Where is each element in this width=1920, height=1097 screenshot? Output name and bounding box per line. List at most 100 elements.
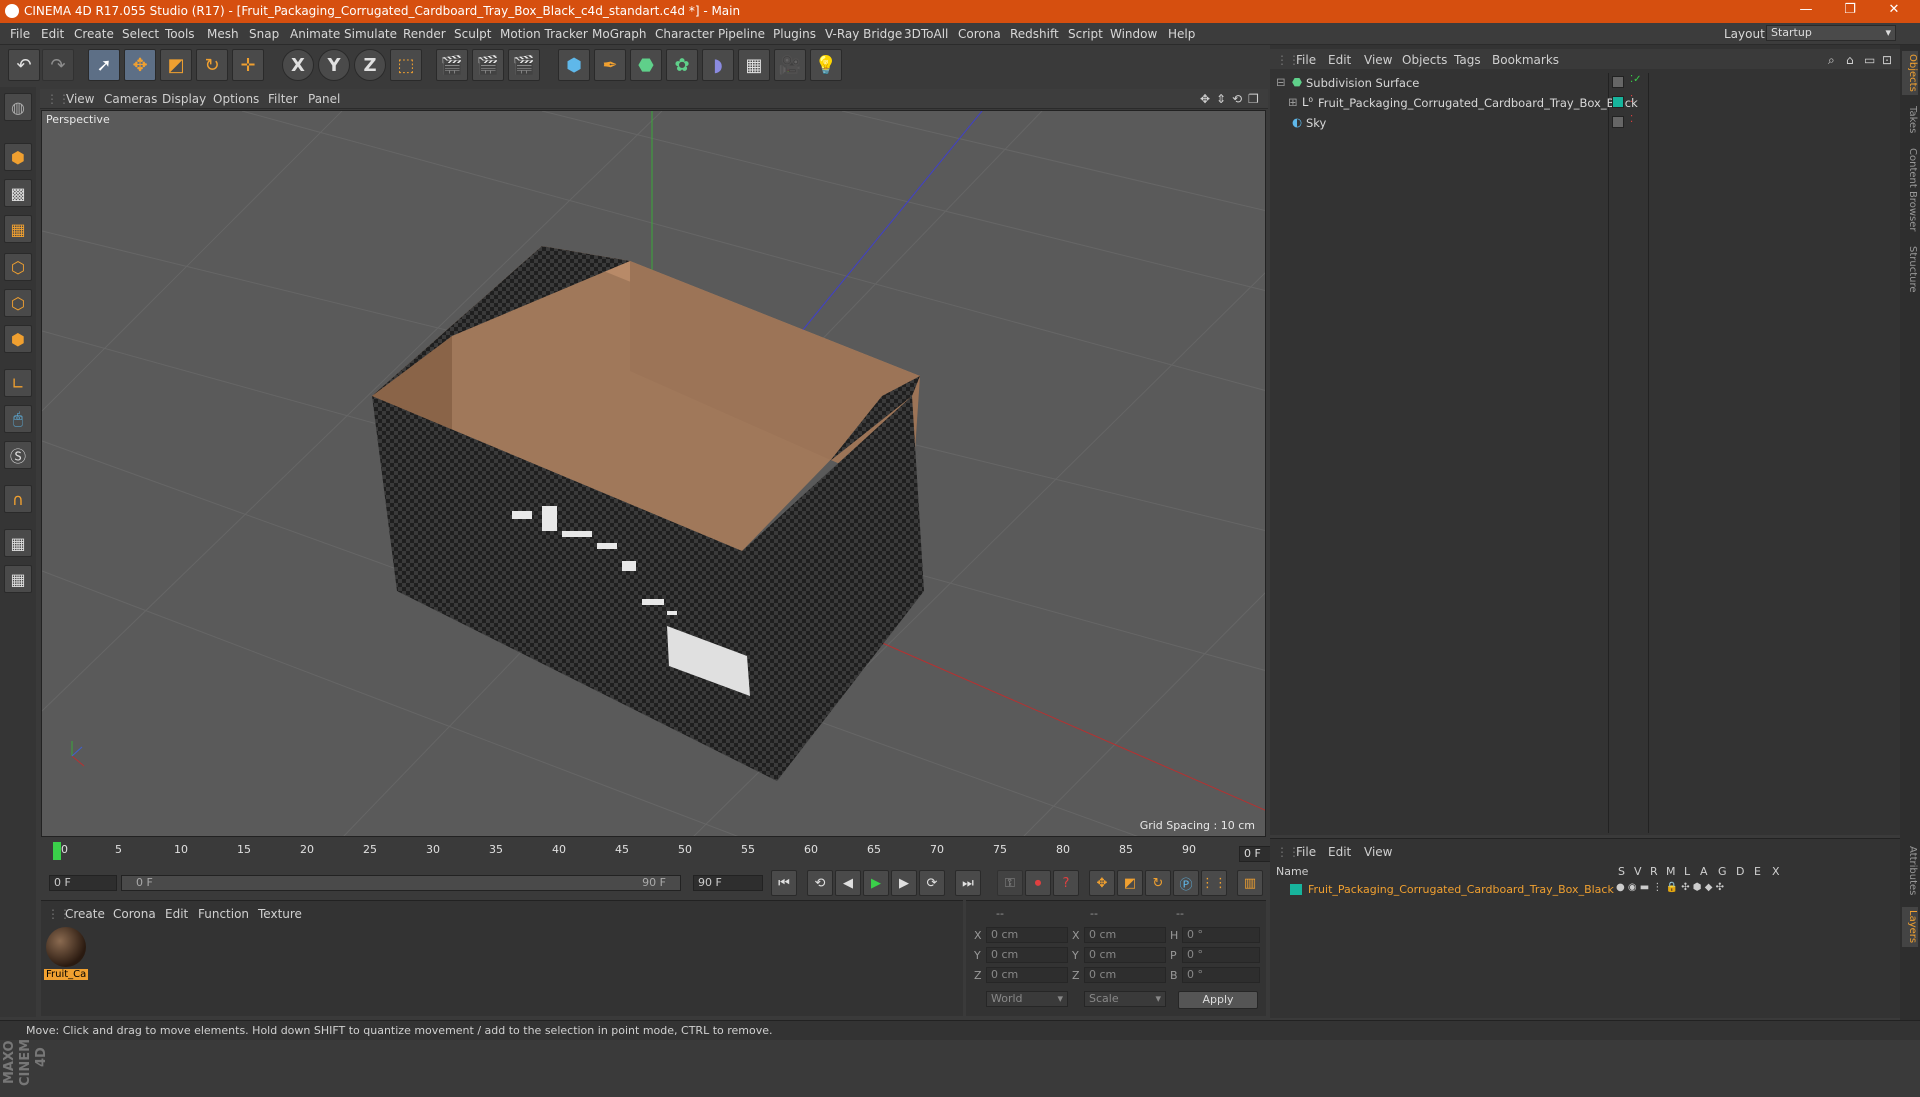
live-selection-button[interactable]: ➚ <box>88 49 120 81</box>
menu-animate[interactable]: Animate <box>290 27 340 41</box>
tab-layers[interactable]: Layers <box>1902 907 1918 947</box>
pos-y-field[interactable]: 0 cm <box>986 947 1068 963</box>
menu-motion-tracker[interactable]: Motion Tracker <box>500 27 588 41</box>
add-mograph-button[interactable]: ✿ <box>666 49 698 81</box>
render-view-button[interactable]: 🎬 <box>436 49 468 81</box>
move-tool-button[interactable]: ✥ <box>124 49 156 81</box>
render-picture-viewer-button[interactable]: 🎬 <box>472 49 504 81</box>
layer-menu-file[interactable]: File <box>1296 845 1316 859</box>
axis-mode-button[interactable]: ∟ <box>4 369 32 397</box>
menu-script[interactable]: Script <box>1068 27 1103 41</box>
timeline-ruler[interactable]: 0 5 10 15 20 25 30 35 40 45 50 55 60 65 … <box>41 840 1301 866</box>
menu-mograph[interactable]: MoGraph <box>592 27 647 41</box>
undo-button[interactable]: ↶ <box>8 49 40 81</box>
key-param-button[interactable]: Ⓟ <box>1173 870 1199 896</box>
menu-3dtoall[interactable]: 3DToAll <box>904 27 948 41</box>
locked-workplane-button[interactable]: ▦ <box>4 529 32 557</box>
menu-character[interactable]: Character <box>655 27 714 41</box>
layer-menu-view[interactable]: View <box>1364 845 1392 859</box>
maximize-button[interactable]: ❐ <box>1830 2 1870 17</box>
polygons-mode-button[interactable]: ⬢ <box>4 325 32 353</box>
z-axis-lock-button[interactable]: Z <box>354 49 386 81</box>
scale-tool-button[interactable]: ◩ <box>160 49 192 81</box>
snap-button[interactable]: ∩ <box>4 485 32 513</box>
material-menu-create[interactable]: Create <box>65 907 105 921</box>
search-icon[interactable]: ⌕ <box>1828 53 1835 68</box>
rot-h-field[interactable]: 0 ° <box>1182 927 1260 943</box>
points-mode-button[interactable]: ⬡ <box>4 253 32 281</box>
record-keys-button[interactable]: ⚿ <box>997 870 1023 896</box>
viewport-maximize-icon[interactable]: ❐ <box>1248 92 1259 106</box>
go-to-end-button[interactable]: ⏭ <box>955 870 981 896</box>
viewport-zoom-icon[interactable]: ⇕ <box>1216 92 1226 106</box>
expand-toggle-icon[interactable]: ⊟ <box>1276 75 1286 89</box>
menu-plugins[interactable]: Plugins <box>773 27 816 41</box>
coordinate-space-select[interactable]: World ▾ <box>986 991 1068 1007</box>
viewport-menu-cameras[interactable]: Cameras <box>104 92 157 106</box>
material-menu-edit[interactable]: Edit <box>165 907 188 921</box>
add-spline-button[interactable]: ✒ <box>594 49 626 81</box>
edges-mode-button[interactable]: ⬡ <box>4 289 32 317</box>
object-menu-tags[interactable]: Tags <box>1454 53 1481 67</box>
visibility-dots-icon[interactable]: ⁚ <box>1630 114 1633 125</box>
menu-select[interactable]: Select <box>122 27 159 41</box>
menu-window[interactable]: Window <box>1110 27 1157 41</box>
home-icon[interactable]: ⌂ <box>1846 53 1854 67</box>
menu-create[interactable]: Create <box>74 27 114 41</box>
size-mode-select[interactable]: Scale ▾ <box>1084 991 1166 1007</box>
minimize-button[interactable]: — <box>1786 2 1826 17</box>
layout-select[interactable]: Startup ▾ <box>1766 25 1896 41</box>
rot-p-field[interactable]: 0 ° <box>1182 947 1260 963</box>
size-z-field[interactable]: 0 cm <box>1084 967 1166 983</box>
transform-tool-button[interactable]: ✛ <box>232 49 264 81</box>
object-menu-view[interactable]: View <box>1364 53 1392 67</box>
menu-file[interactable]: File <box>10 27 30 41</box>
make-editable-button[interactable]: ◍ <box>4 93 32 121</box>
layer-menu-edit[interactable]: Edit <box>1328 845 1351 859</box>
solo-button[interactable]: Ⓢ <box>4 441 32 469</box>
next-key-button[interactable]: ⟳ <box>919 870 945 896</box>
size-x-field[interactable]: 0 cm <box>1084 927 1166 943</box>
material-menu-texture[interactable]: Texture <box>258 907 302 921</box>
viewport-menu-view[interactable]: View <box>66 92 94 106</box>
layer-color-icon[interactable] <box>1612 96 1624 108</box>
play-button[interactable]: ▶ <box>863 870 889 896</box>
viewport-rotate-icon[interactable]: ⟲ <box>1232 92 1242 106</box>
previous-frame-button[interactable]: ◀ <box>835 870 861 896</box>
menu-help[interactable]: Help <box>1168 27 1195 41</box>
key-position-button[interactable]: ✥ <box>1089 870 1115 896</box>
menu-corona[interactable]: Corona <box>958 27 1001 41</box>
object-row-subdivision-surface[interactable]: ⊟ ⬣ Subdivision Surface ⁚✓ <box>1270 73 1900 92</box>
frame-range-slider[interactable]: 0 F 90 F <box>121 875 681 891</box>
menu-simulate[interactable]: Simulate <box>344 27 397 41</box>
viewport-move-icon[interactable]: ✥ <box>1200 92 1210 106</box>
previous-key-button[interactable]: ⟲ <box>807 870 833 896</box>
material-swatch[interactable]: Fruit_Ca <box>44 927 88 985</box>
planar-workplane-button[interactable]: ▦ <box>4 565 32 593</box>
end-frame-field[interactable]: 90 F <box>693 875 763 891</box>
object-menu-edit[interactable]: Edit <box>1328 53 1351 67</box>
next-frame-button[interactable]: ▶ <box>891 870 917 896</box>
model-mode-button[interactable]: ⬢ <box>4 143 32 171</box>
tab-objects[interactable]: Objects <box>1902 51 1918 95</box>
keyframe-selection-button[interactable]: ? <box>1053 870 1079 896</box>
menu-mesh[interactable]: Mesh <box>207 27 239 41</box>
material-menu-function[interactable]: Function <box>198 907 249 921</box>
tweak-mode-button[interactable]: 🖱 <box>4 405 32 433</box>
add-camera-button[interactable]: 🎥 <box>774 49 806 81</box>
layer-toggles-icon[interactable]: ● ◉ ▬ ⋮ 🔒 ✣ ⬢ ◆ ✣ <box>1616 882 1724 893</box>
add-cube-button[interactable]: ⬢ <box>558 49 590 81</box>
rot-b-field[interactable]: 0 ° <box>1182 967 1260 983</box>
layer-tag-icon[interactable] <box>1612 116 1624 128</box>
tab-attributes[interactable]: Attributes <box>1902 841 1918 901</box>
size-y-field[interactable]: 0 cm <box>1084 947 1166 963</box>
add-subdivision-button[interactable]: ⬣ <box>630 49 662 81</box>
y-axis-lock-button[interactable]: Y <box>318 49 350 81</box>
tab-takes[interactable]: Takes <box>1902 103 1918 137</box>
viewport-menu-panel[interactable]: Panel <box>308 92 340 106</box>
object-menu-objects[interactable]: Objects <box>1402 53 1447 67</box>
object-menu-file[interactable]: File <box>1296 53 1316 67</box>
key-rotation-button[interactable]: ↻ <box>1145 870 1171 896</box>
material-menu-corona[interactable]: Corona <box>113 907 156 921</box>
menu-render[interactable]: Render <box>403 27 446 41</box>
